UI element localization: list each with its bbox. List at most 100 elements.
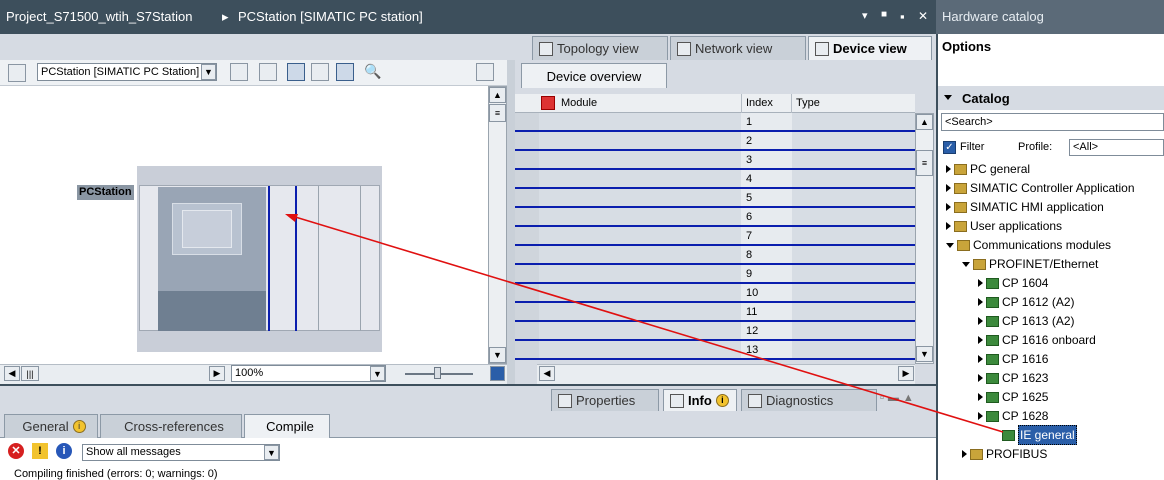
table-row[interactable]: 3: [515, 151, 915, 170]
catalog-item[interactable]: CP 1604: [978, 274, 1048, 292]
warning-filter-icon[interactable]: !: [32, 443, 48, 459]
collapsed-icon[interactable]: [978, 393, 983, 401]
catalog-item[interactable]: SIMATIC Controller Application: [946, 179, 1135, 197]
scroll-thumb[interactable]: ≡: [489, 104, 506, 122]
profile-select[interactable]: <All>: [1069, 139, 1164, 156]
zoom-select[interactable]: 100%: [231, 365, 386, 382]
col-index[interactable]: Index: [746, 94, 773, 113]
overview-divider[interactable]: [507, 60, 515, 384]
table-row[interactable]: 12: [515, 322, 915, 341]
collapsed-icon[interactable]: [946, 165, 951, 173]
scroll-up-icon[interactable]: ▲: [489, 87, 506, 103]
expanded-icon[interactable]: [962, 261, 970, 267]
hscroll-left-icon[interactable]: ◀: [539, 366, 555, 381]
subtab-cross-references[interactable]: Cross-references: [100, 414, 242, 438]
table-row[interactable]: 4: [515, 170, 915, 189]
overview-table[interactable]: 1 2 3 4 5 6 7 8 9 10 11 12 13: [515, 113, 915, 360]
hscroll-left-icon[interactable]: ◀: [4, 366, 20, 381]
tab-properties[interactable]: Properties: [551, 389, 659, 411]
scroll-up-icon[interactable]: ▲: [916, 114, 933, 130]
table-row[interactable]: 13: [515, 341, 915, 360]
draw-mode-icon[interactable]: [287, 63, 305, 81]
subtab-general[interactable]: General i: [4, 414, 98, 438]
table-row[interactable]: 2: [515, 132, 915, 151]
catalog-item[interactable]: CP 1616 onboard: [978, 331, 1096, 349]
catalog-item[interactable]: IE general: [994, 425, 1077, 445]
catalog-item[interactable]: CP 1613 (A2): [978, 312, 1075, 330]
overview-hscrollbar[interactable]: [537, 364, 915, 384]
canvas-fit-icon[interactable]: [490, 366, 505, 381]
zoom-slider-handle[interactable]: [434, 367, 441, 379]
grid-icon[interactable]: [311, 63, 329, 81]
device-select-dropdown-icon[interactable]: ▼: [201, 64, 216, 80]
filter-dropdown-icon[interactable]: ▼: [264, 445, 279, 460]
catalog-item[interactable]: PC general: [946, 160, 1030, 178]
table-row[interactable]: 6: [515, 208, 915, 227]
hscroll-right-icon[interactable]: ▶: [209, 366, 225, 381]
catalog-item[interactable]: CP 1616: [978, 350, 1048, 368]
table-row[interactable]: 8: [515, 246, 915, 265]
catalog-item[interactable]: CP 1625: [978, 388, 1048, 406]
table-icon[interactable]: [336, 63, 354, 81]
collapsed-icon[interactable]: [978, 317, 983, 325]
col-module[interactable]: Module: [561, 94, 597, 113]
maximize-button[interactable]: ▪: [900, 9, 905, 24]
subtab-compile[interactable]: Compile: [244, 414, 330, 438]
collapsed-icon[interactable]: [978, 336, 983, 344]
expanded-icon[interactable]: [946, 242, 954, 248]
catalog-item[interactable]: CP 1623: [978, 369, 1048, 387]
zoom-dropdown-icon[interactable]: ▼: [370, 366, 385, 381]
tab-info[interactable]: Info i: [663, 389, 737, 411]
table-row[interactable]: 5: [515, 189, 915, 208]
catalog-search[interactable]: <Search>: [941, 113, 1164, 131]
collapsed-icon[interactable]: [946, 184, 951, 192]
catalog-item[interactable]: Communications modules: [946, 236, 1111, 254]
table-row[interactable]: 11: [515, 303, 915, 322]
collapse-button[interactable]: ▾: [862, 9, 868, 22]
tab-device-view[interactable]: Device view: [808, 36, 932, 60]
catalog-item[interactable]: SIMATIC HMI application: [946, 198, 1104, 216]
tab-network-view[interactable]: Network view: [670, 36, 806, 60]
collapsed-icon[interactable]: [962, 450, 967, 458]
table-row[interactable]: 7: [515, 227, 915, 246]
collapsed-icon[interactable]: [978, 298, 983, 306]
collapsed-icon[interactable]: [978, 279, 983, 287]
hscroll-right-icon[interactable]: ▶: [898, 366, 914, 381]
close-button[interactable]: ✕: [918, 9, 928, 23]
table-row[interactable]: 10: [515, 284, 915, 303]
table-row[interactable]: 9: [515, 265, 915, 284]
panel-icon[interactable]: [476, 63, 494, 81]
filter-checkbox[interactable]: ✓: [943, 141, 956, 154]
message-filter-select[interactable]: Show all messages: [82, 444, 280, 461]
collapsed-icon[interactable]: [946, 203, 951, 211]
info-filter-icon[interactable]: i: [56, 443, 72, 459]
canvas-vscrollbar[interactable]: [488, 86, 507, 364]
scroll-down-icon[interactable]: ▼: [916, 346, 933, 362]
catalog-item[interactable]: CP 1612 (A2): [978, 293, 1075, 311]
tab-device-overview[interactable]: Device overview: [521, 63, 667, 88]
float-button[interactable]: ■: [881, 9, 887, 20]
collapsed-icon[interactable]: [946, 222, 951, 230]
tab-diagnostics[interactable]: Diagnostics: [741, 389, 877, 411]
inspector-window-buttons[interactable]: ▫▬▲: [880, 392, 932, 406]
show-names-icon[interactable]: [259, 63, 277, 81]
collapsed-icon[interactable]: [978, 355, 983, 363]
network-tools-icon[interactable]: [8, 64, 26, 82]
show-overview-icon[interactable]: [230, 63, 248, 81]
device-select[interactable]: PCStation [SIMATIC PC Station]: [37, 63, 217, 81]
scroll-down-icon[interactable]: ▼: [489, 347, 506, 363]
collapsed-icon[interactable]: [978, 412, 983, 420]
catalog-item[interactable]: CP 1628: [978, 407, 1048, 425]
collapsed-icon[interactable]: [978, 374, 983, 382]
col-type[interactable]: Type: [796, 94, 820, 113]
zoom-icon[interactable]: 🔍: [364, 63, 382, 81]
error-filter-icon[interactable]: ✕: [8, 443, 24, 459]
scroll-thumb[interactable]: ≡: [916, 150, 933, 176]
catalog-collapse-icon[interactable]: [944, 95, 952, 100]
catalog-item[interactable]: User applications: [946, 217, 1062, 235]
tab-topology-view[interactable]: Topology view: [532, 36, 668, 60]
options-header[interactable]: Options: [942, 39, 991, 54]
catalog-item[interactable]: PROFINET/Ethernet: [962, 255, 1098, 273]
catalog-item[interactable]: PROFIBUS: [962, 445, 1047, 463]
table-row[interactable]: 1: [515, 113, 915, 132]
